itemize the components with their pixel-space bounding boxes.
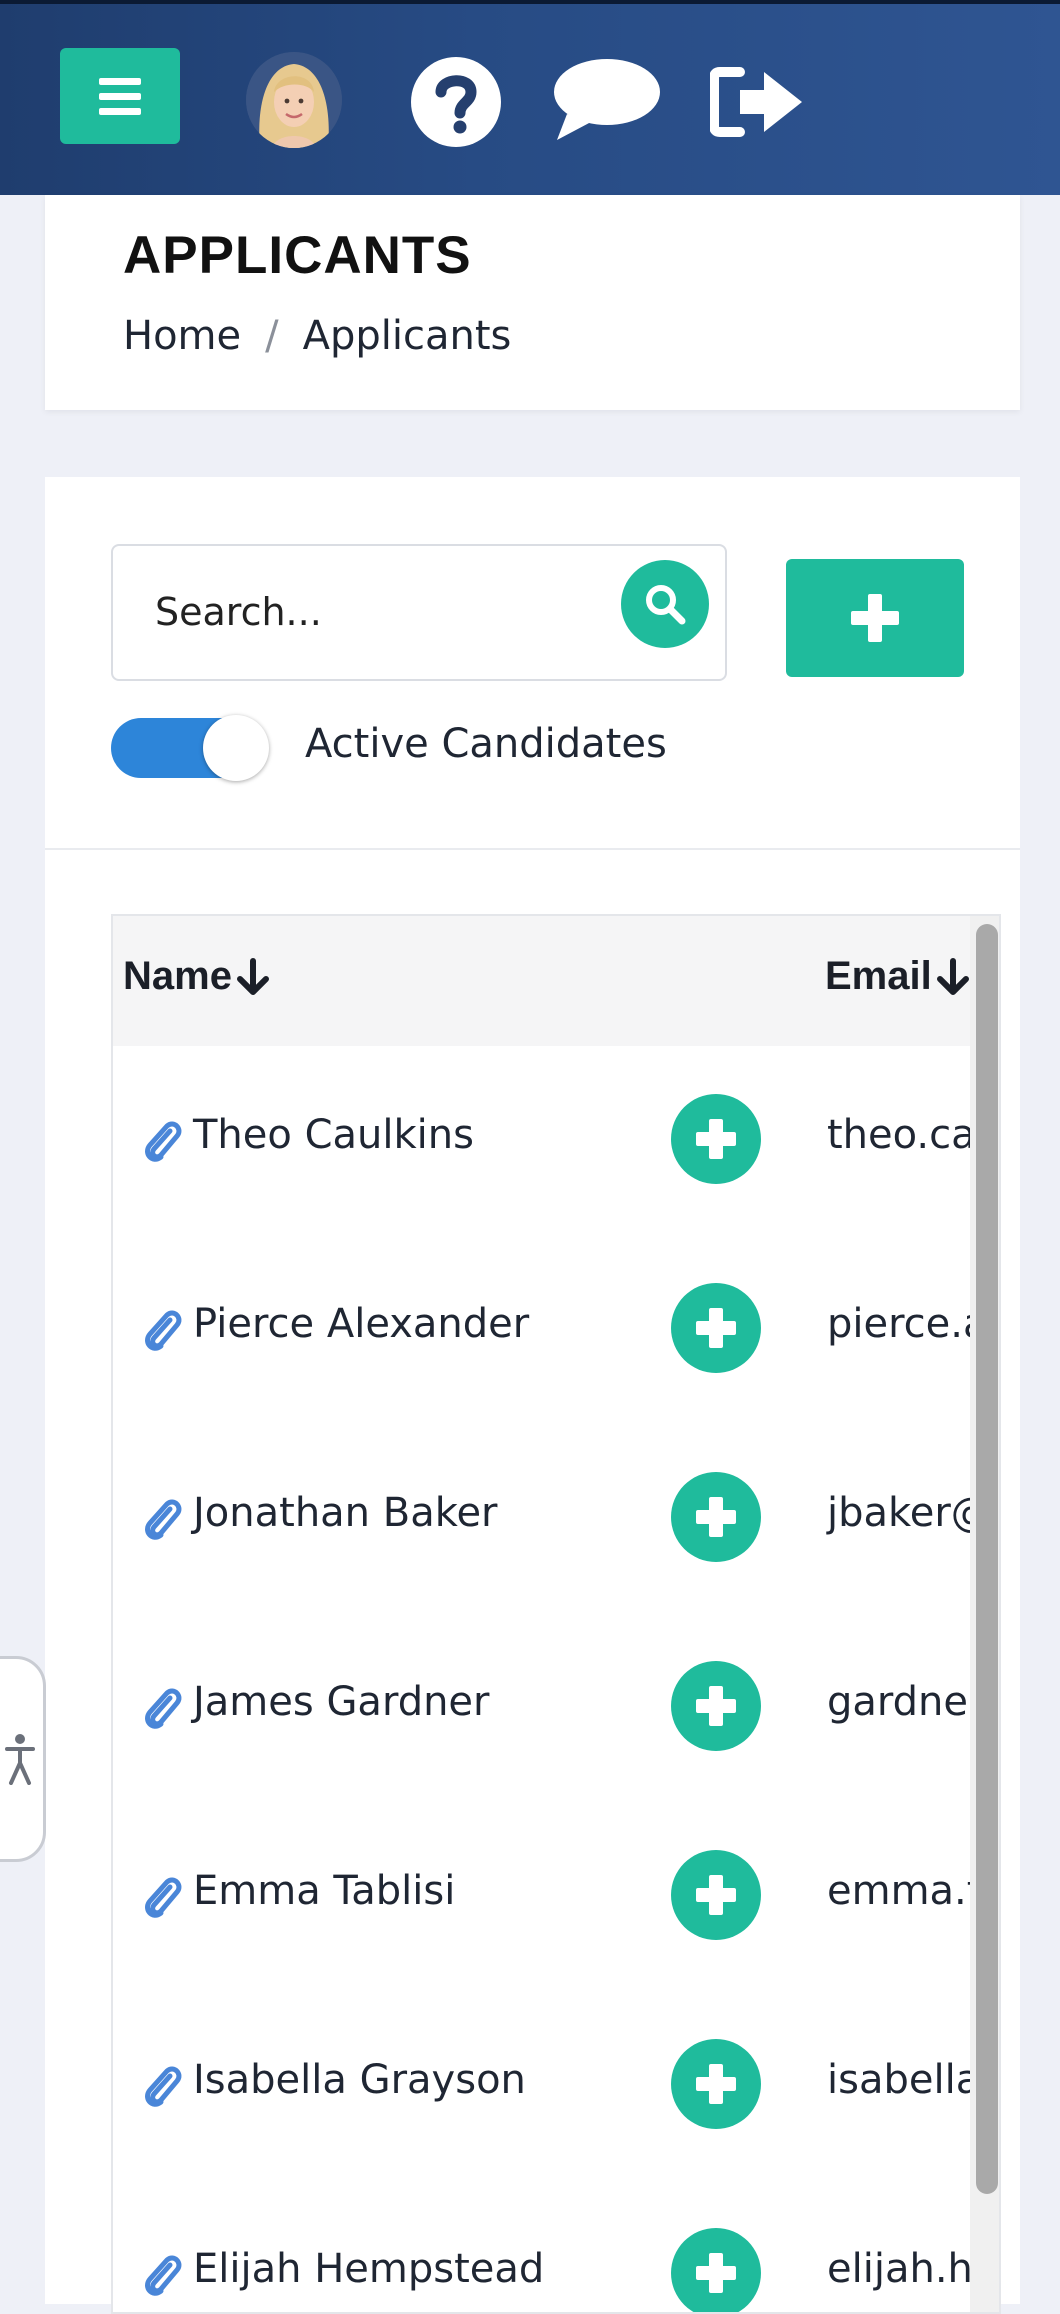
add-to-job-button[interactable]: [671, 1850, 761, 1940]
add-to-job-button[interactable]: [671, 1472, 761, 1562]
search-input[interactable]: [153, 582, 573, 642]
paperclip-icon: [145, 1310, 182, 1351]
applicant-email[interactable]: pierce.a: [827, 1301, 988, 1347]
paperclip-icon: [145, 1499, 182, 1540]
applicant-name[interactable]: Emma Tablisi: [193, 1868, 455, 1914]
help-button[interactable]: [410, 56, 502, 152]
search-box: [111, 544, 727, 681]
sort-arrow-down-icon: [236, 957, 269, 995]
question-circle-icon: [411, 57, 501, 147]
add-to-job-button[interactable]: [671, 1661, 761, 1751]
table-row[interactable]: James Gardner gardner: [113, 1613, 999, 1802]
applicant-email[interactable]: jbaker@: [827, 1490, 991, 1536]
attachment-link[interactable]: [143, 1874, 183, 1924]
sort-arrow-down-icon: [936, 957, 969, 995]
table-scrollbar[interactable]: [970, 916, 999, 2312]
toggle-knob: [203, 715, 269, 781]
applicant-email[interactable]: gardner: [827, 1679, 984, 1725]
plus-icon: [696, 1875, 736, 1915]
applicant-name[interactable]: Jonathan Baker: [193, 1490, 498, 1536]
applicant-email[interactable]: isabella.: [827, 2057, 993, 2103]
applicant-name[interactable]: Isabella Grayson: [193, 2057, 526, 2103]
attachment-link[interactable]: [143, 1118, 183, 1168]
search-icon: [646, 585, 686, 625]
paperclip-icon: [145, 1121, 182, 1162]
table-header: Name Email: [113, 916, 999, 1046]
hamburger-menu-button[interactable]: [60, 48, 180, 144]
user-avatar-image: [246, 52, 342, 148]
column-header-email-label: Email: [825, 954, 932, 998]
page-title: APPLICANTS: [123, 226, 472, 285]
plus-icon: [696, 1308, 736, 1348]
plus-icon: [851, 594, 899, 642]
attachment-link[interactable]: [143, 1685, 183, 1735]
table-row[interactable]: Theo Caulkins theo.cau: [113, 1046, 999, 1235]
top-navigation-bar: [0, 0, 1060, 195]
add-to-job-button[interactable]: [671, 1094, 761, 1184]
paperclip-icon: [145, 2066, 182, 2107]
attachment-link[interactable]: [143, 1307, 183, 1357]
table-row[interactable]: Elijah Hempstead elijah.he: [113, 2180, 999, 2312]
accessibility-button[interactable]: [0, 1656, 46, 1862]
page-header-card: APPLICANTS Home / Applicants: [45, 195, 1020, 410]
accessibility-icon: [5, 1734, 35, 1785]
attachment-link[interactable]: [143, 2063, 183, 2113]
paperclip-icon: [145, 1688, 182, 1729]
menu-bar-line: [99, 107, 141, 115]
table-row[interactable]: Pierce Alexander pierce.a: [113, 1235, 999, 1424]
add-to-job-button[interactable]: [671, 2039, 761, 2129]
plus-icon: [696, 2253, 736, 2293]
breadcrumb-current: Applicants: [302, 313, 512, 359]
plus-icon: [696, 1119, 736, 1159]
active-candidates-toggle[interactable]: [111, 715, 271, 781]
paperclip-icon: [145, 2255, 182, 2296]
table-row[interactable]: Isabella Grayson isabella.: [113, 1991, 999, 2180]
applicant-name[interactable]: Pierce Alexander: [193, 1301, 529, 1347]
applicants-card: Active Candidates Name Email Theo Caulki…: [45, 477, 1020, 2314]
applicant-name[interactable]: Theo Caulkins: [193, 1112, 474, 1158]
avatar[interactable]: [246, 52, 342, 148]
plus-icon: [696, 1497, 736, 1537]
applicants-table: Name Email Theo Caulkins theo.cau Pierce A…: [111, 914, 1001, 2314]
column-header-email[interactable]: Email: [825, 954, 972, 999]
column-header-name[interactable]: Name: [123, 954, 272, 999]
applicant-email[interactable]: emma.t: [827, 1868, 982, 1914]
sign-out-icon: [709, 67, 802, 137]
table-row[interactable]: Emma Tablisi emma.t: [113, 1802, 999, 1991]
attachment-link[interactable]: [143, 2252, 183, 2302]
active-candidates-label: Active Candidates: [305, 721, 667, 767]
divider: [45, 848, 1020, 850]
chat-bubble-icon: [554, 59, 660, 140]
breadcrumb-separator: /: [265, 313, 279, 359]
applicant-name[interactable]: Elijah Hempstead: [193, 2246, 544, 2292]
applicant-name[interactable]: James Gardner: [193, 1679, 489, 1725]
scrollbar-thumb[interactable]: [976, 924, 998, 2194]
table-row[interactable]: Jonathan Baker jbaker@: [113, 1424, 999, 1613]
menu-bar-line: [99, 92, 141, 100]
plus-icon: [696, 1686, 736, 1726]
menu-bar-line: [99, 77, 141, 85]
chat-button[interactable]: [553, 58, 661, 146]
plus-icon: [696, 2064, 736, 2104]
attachment-link[interactable]: [143, 1496, 183, 1546]
breadcrumb: Home / Applicants: [123, 313, 511, 359]
add-to-job-button[interactable]: [671, 1283, 761, 1373]
breadcrumb-home-link[interactable]: Home: [123, 313, 241, 359]
search-button[interactable]: [621, 560, 709, 648]
logout-button[interactable]: [709, 66, 806, 142]
paperclip-icon: [145, 1877, 182, 1918]
add-applicant-button[interactable]: [786, 559, 964, 677]
column-header-name-label: Name: [123, 954, 232, 998]
add-to-job-button[interactable]: [671, 2228, 761, 2312]
